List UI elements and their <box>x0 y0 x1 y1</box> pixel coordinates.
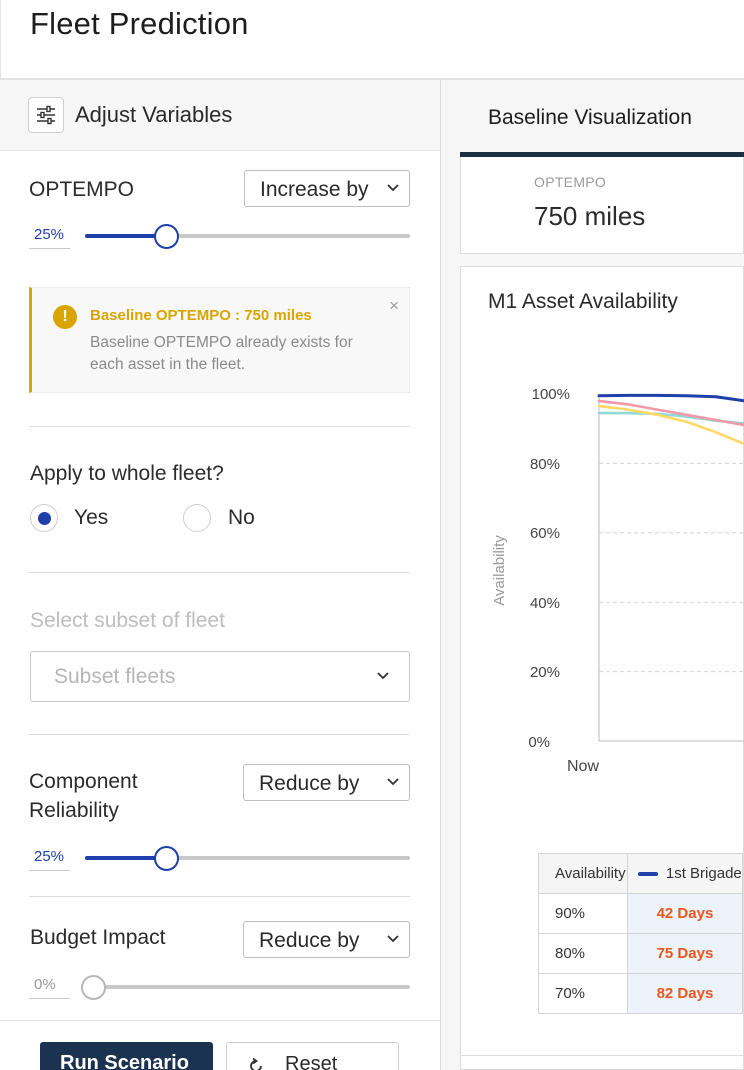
slider-track <box>85 985 410 989</box>
warning-icon: ! <box>53 305 77 329</box>
table-header-availability: Availability <box>538 853 628 894</box>
table-cell-days: 82 Days <box>626 973 744 1014</box>
adjust-variables-panel: Adjust Variables OPTEMPO Increase by 25%… <box>0 80 441 1070</box>
y-tick-label: 0% <box>528 734 550 751</box>
panel-title: Adjust Variables <box>75 102 233 127</box>
slider-thumb[interactable] <box>154 846 179 871</box>
table-cell-availability: 80% <box>538 933 628 974</box>
table-row: 90% 42 Days <box>538 893 744 934</box>
chevron-down-icon <box>387 184 399 192</box>
reliability-mode-value: Reduce by <box>259 772 360 795</box>
table-cell-days: 42 Days <box>626 893 744 934</box>
optempo-metric-card: OPTEMPO 750 miles <box>460 157 744 254</box>
budget-label: Budget Impact <box>30 926 166 949</box>
availability-table: Availability 1st Brigade 90% 42 Days 80%… <box>538 853 744 1014</box>
optempo-mode-value: Increase by <box>260 178 369 201</box>
table-cell-days: 75 Days <box>626 933 744 974</box>
reliability-slider[interactable] <box>85 846 410 871</box>
reliability-mode-select[interactable]: Reduce by <box>243 764 410 801</box>
alert-body: Baseline OPTEMPO already exists for each… <box>90 334 353 373</box>
reliability-percent-input[interactable]: 25% <box>29 845 70 871</box>
reset-icon <box>250 1057 262 1070</box>
optempo-percent-input[interactable]: 25% <box>29 223 70 249</box>
optempo-slider[interactable] <box>85 224 410 249</box>
radio-no-label: No <box>228 506 255 529</box>
run-scenario-button[interactable]: Run Scenario <box>40 1042 213 1070</box>
availability-line-chart <box>597 393 744 742</box>
metric-value: 750 miles <box>534 201 646 231</box>
series-line <box>597 393 744 403</box>
reliability-label-line1: Component <box>29 770 138 793</box>
radio-no[interactable] <box>183 504 211 532</box>
slider-thumb[interactable] <box>81 975 106 1000</box>
budget-slider[interactable] <box>81 975 410 1000</box>
radio-yes[interactable] <box>30 504 58 532</box>
next-card <box>460 1056 744 1070</box>
series-legend-swatch <box>637 872 658 877</box>
table-header-row: Availability 1st Brigade <box>538 853 744 894</box>
radio-yes-label: Yes <box>74 506 109 529</box>
budget-mode-value: Reduce by <box>259 929 360 952</box>
optempo-label: OPTEMPO <box>29 178 135 201</box>
budget-mode-select[interactable]: Reduce by <box>243 921 410 958</box>
chevron-down-icon <box>387 778 399 786</box>
metric-key: OPTEMPO <box>534 174 607 190</box>
subset-placeholder: Subset fleets <box>54 665 176 688</box>
reliability-label-line2: Reliability <box>29 799 119 822</box>
table-cell-availability: 90% <box>538 893 628 934</box>
apply-fleet-question: Apply to whole fleet? <box>30 462 224 485</box>
table-header-series: 1st Brigade <box>626 853 744 894</box>
y-tick-label: 100% <box>531 386 570 403</box>
optempo-mode-select[interactable]: Increase by <box>244 170 410 207</box>
footer-divider <box>0 1020 440 1021</box>
availability-chart-card: M1 Asset Availability Availability 100% … <box>460 266 744 1056</box>
y-tick-label: 40% <box>529 595 560 612</box>
divider <box>29 426 410 427</box>
subset-label: Select subset of fleet <box>30 609 225 632</box>
y-tick-label: 60% <box>529 525 560 542</box>
app-header: Fleet Prediction <box>0 0 744 80</box>
reset-button[interactable]: Reset <box>226 1042 399 1070</box>
y-tick-label: 80% <box>529 456 560 473</box>
close-icon[interactable]: × <box>389 296 399 316</box>
slider-thumb[interactable] <box>154 224 179 249</box>
baseline-alert: ! Baseline OPTEMPO : 750 miles Baseline … <box>29 287 410 393</box>
table-header-series-label: 1st Brigade <box>665 865 742 882</box>
table-row: 80% 75 Days <box>538 933 744 974</box>
page-title: Fleet Prediction <box>30 6 249 41</box>
y-axis-label: Availability <box>490 535 508 606</box>
sliders-icon[interactable] <box>28 97 64 133</box>
divider <box>29 572 410 573</box>
adjust-variables-header: Adjust Variables <box>0 80 440 151</box>
chevron-down-icon <box>377 672 389 680</box>
divider <box>29 896 410 897</box>
subset-fleets-select[interactable]: Subset fleets <box>30 651 410 702</box>
y-tick-label: 20% <box>529 664 560 681</box>
chevron-down-icon <box>387 935 399 943</box>
budget-percent-input[interactable]: 0% <box>29 973 70 999</box>
table-cell-availability: 70% <box>538 973 628 1014</box>
alert-title: Baseline OPTEMPO : 750 miles <box>90 307 312 324</box>
reset-label: Reset <box>285 1053 338 1070</box>
tab-baseline-visualization[interactable]: Baseline Visualization <box>488 106 692 130</box>
table-row: 70% 82 Days <box>538 973 744 1014</box>
visualization-panel: Baseline Visualization OPTEMPO 750 miles… <box>441 80 744 1070</box>
chart-title: M1 Asset Availability <box>488 290 678 313</box>
divider <box>29 734 410 735</box>
